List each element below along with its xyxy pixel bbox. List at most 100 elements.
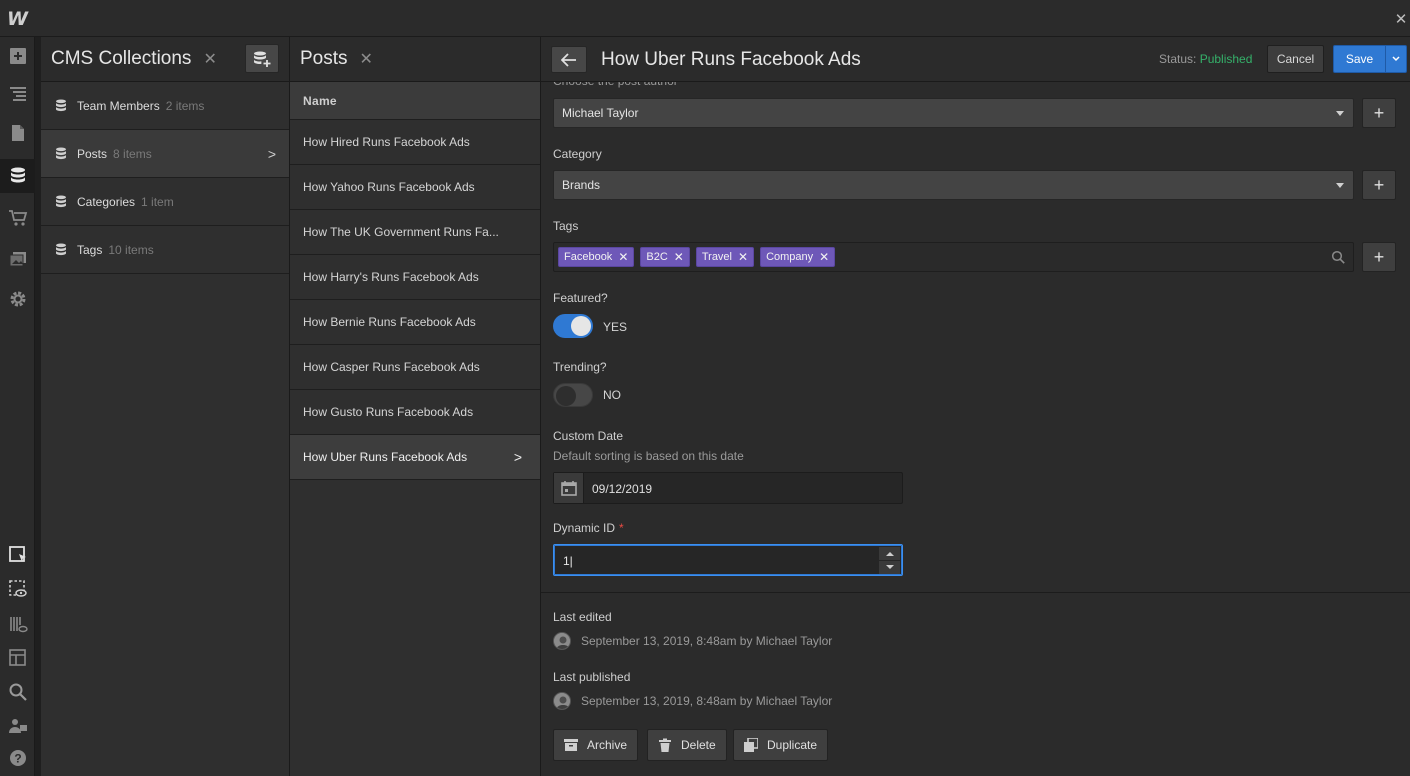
navigator-icon[interactable] [0, 77, 35, 111]
delete-button[interactable]: Delete [647, 729, 727, 761]
pages-icon[interactable] [0, 116, 35, 150]
required-marker: * [619, 521, 624, 535]
tag-chip[interactable]: Facebook ✕ [558, 247, 635, 267]
svg-text:?: ? [14, 752, 21, 766]
remove-tag-icon[interactable]: ✕ [819, 250, 829, 264]
save-options-button[interactable] [1385, 45, 1407, 73]
collections-panel: CMS Collections ✕ Team Members 2 items P… [41, 37, 290, 776]
ecommerce-icon[interactable] [0, 201, 35, 235]
last-published-value: September 13, 2019, 8:48am by Michael Ta… [581, 694, 833, 708]
chevron-right-icon: > [513, 449, 522, 465]
tag-label: Facebook [564, 251, 613, 263]
back-button[interactable] [551, 46, 587, 73]
featured-toggle[interactable] [553, 314, 593, 338]
dropdown-caret-icon [1336, 183, 1344, 188]
post-row[interactable]: How Casper Runs Facebook Ads [290, 345, 540, 390]
add-category-button[interactable]: + [1362, 170, 1396, 200]
remove-tag-icon[interactable]: ✕ [674, 250, 684, 264]
audit-icon[interactable] [0, 607, 35, 641]
dynamic-id-label-text: Dynamic ID [553, 521, 616, 535]
collection-item-categories[interactable]: Categories 1 item [41, 178, 289, 226]
post-row-label: How Uber Runs Facebook Ads [303, 450, 468, 464]
database-icon [56, 99, 66, 112]
chevron-down-icon [1392, 56, 1400, 62]
custom-date-input[interactable]: 09/12/2019 [553, 472, 903, 504]
trending-toggle[interactable] [553, 383, 593, 407]
collection-item-team-members[interactable]: Team Members 2 items [41, 82, 289, 130]
trash-icon [659, 738, 671, 752]
close-collections-icon[interactable]: ✕ [203, 49, 216, 69]
close-posts-icon[interactable]: ✕ [360, 49, 373, 69]
arrow-left-icon [561, 52, 576, 67]
last-published-label: Last published [553, 670, 631, 684]
status-label: Status: [1159, 52, 1197, 66]
author-value: Michael Taylor [562, 106, 639, 120]
tag-chip[interactable]: B2C ✕ [640, 247, 690, 267]
duplicate-icon [744, 738, 758, 752]
select-icon[interactable] [0, 538, 35, 572]
tag-chip[interactable]: Travel ✕ [695, 247, 755, 267]
author-select[interactable]: Michael Taylor [553, 98, 1354, 128]
webflow-logo[interactable]: W [0, 0, 35, 37]
increment-button[interactable] [879, 547, 900, 560]
chevron-up-icon [885, 552, 894, 556]
database-icon [56, 243, 66, 256]
cms-icon[interactable] [0, 159, 35, 193]
database-icon [56, 147, 66, 160]
remove-tag-icon[interactable]: ✕ [618, 250, 628, 264]
collection-name: Team Members [77, 98, 160, 113]
search-icon[interactable] [0, 675, 35, 709]
collection-item-posts[interactable]: Posts 8 items > [41, 130, 289, 178]
tag-chip[interactable]: Company ✕ [760, 247, 836, 267]
collection-count: 2 items [165, 98, 205, 113]
tags-label: Tags [553, 219, 579, 233]
tag-label: Company [766, 251, 814, 263]
last-edited-value: September 13, 2019, 8:48am by Michael Ta… [581, 634, 833, 648]
avatar [553, 692, 571, 710]
archive-button[interactable]: Archive [553, 729, 639, 761]
avatar [553, 632, 571, 650]
close-designer-icon[interactable]: ✕ [1392, 0, 1410, 37]
dynamic-id-input[interactable]: 1| [553, 544, 903, 576]
post-row[interactable]: How Hired Runs Facebook Ads [290, 120, 540, 165]
help-icon[interactable]: ? [0, 741, 35, 775]
posts-panel: Posts ✕ Name How Hired Runs Facebook Ads… [290, 37, 541, 776]
remove-tag-icon[interactable]: ✕ [738, 250, 748, 264]
duplicate-label: Duplicate [767, 738, 818, 752]
editor-header: How Uber Runs Facebook Ads Status: Publi… [541, 37, 1410, 82]
cancel-button[interactable]: Cancel [1267, 45, 1324, 73]
post-row[interactable]: How Bernie Runs Facebook Ads [290, 300, 540, 345]
featured-label: Featured? [553, 291, 608, 305]
custom-date-help: Default sorting is based on this date [553, 449, 744, 463]
post-row[interactable]: How The UK Government Runs Fa... [290, 210, 540, 255]
add-collection-button[interactable] [245, 44, 279, 73]
assets-icon[interactable] [0, 242, 35, 276]
name-column-header[interactable]: Name [290, 82, 540, 120]
layout-preview-icon[interactable] [0, 641, 35, 675]
trending-value: NO [603, 388, 621, 402]
add-icon[interactable] [0, 39, 35, 73]
collection-name: Posts [77, 146, 108, 161]
post-row[interactable]: How Harry's Runs Facebook Ads [290, 255, 540, 300]
add-author-button[interactable]: + [1362, 98, 1396, 128]
decrement-button[interactable] [879, 561, 900, 574]
tags-input[interactable]: Facebook ✕ B2C ✕ Travel ✕ Company ✕ [553, 242, 1354, 272]
database-icon [56, 195, 66, 208]
custom-date-value: 09/12/2019 [592, 482, 653, 496]
users-icon[interactable] [0, 709, 35, 743]
settings-icon[interactable] [0, 282, 35, 316]
save-button[interactable]: Save [1333, 45, 1386, 73]
collection-item-tags[interactable]: Tags 10 items [41, 226, 289, 274]
preview-icon[interactable] [0, 572, 35, 606]
category-select[interactable]: Brands [553, 170, 1354, 200]
post-row-selected[interactable]: How Uber Runs Facebook Ads > [290, 435, 540, 480]
post-row[interactable]: How Yahoo Runs Facebook Ads [290, 165, 540, 210]
calendar-icon[interactable] [554, 473, 584, 503]
duplicate-button[interactable]: Duplicate [733, 729, 829, 761]
post-row[interactable]: How Gusto Runs Facebook Ads [290, 390, 540, 435]
last-edited-row: September 13, 2019, 8:48am by Michael Ta… [553, 632, 832, 650]
posts-title: Posts [300, 48, 348, 69]
add-tag-button[interactable]: + [1362, 242, 1396, 272]
add-collection-icon [254, 51, 271, 67]
last-edited-label: Last edited [553, 610, 612, 624]
